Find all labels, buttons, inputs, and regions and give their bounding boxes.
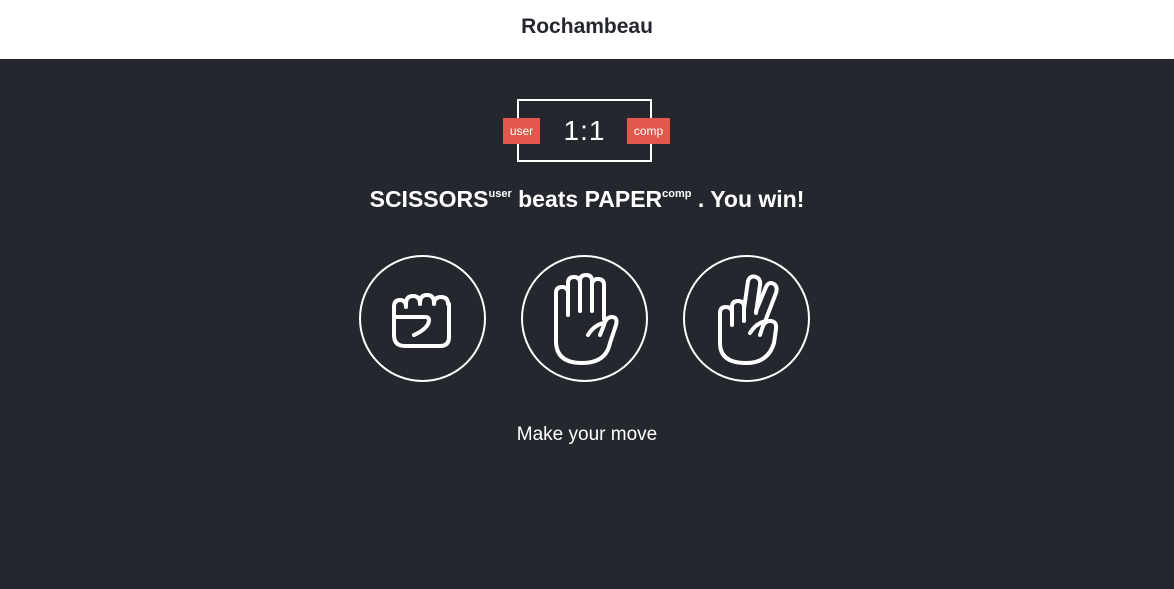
comp-score-badge: comp [627, 118, 670, 144]
user-move: SCISSORS [369, 186, 489, 212]
round-result: SCISSORSuser beats PAPERcomp . You win! [0, 186, 1174, 213]
scissors-button[interactable] [683, 255, 810, 382]
paper-hand-icon [553, 272, 618, 365]
app-title: Rochambeau [521, 14, 653, 38]
move-prompt: Make your move [516, 424, 658, 445]
user-move-tag: user [488, 188, 512, 200]
scissors-hand-icon [717, 274, 779, 365]
comp-move-tag: comp [662, 188, 692, 200]
result-outcome: . You win! [697, 186, 805, 212]
app-header: Rochambeau [0, 0, 1174, 60]
rock-button[interactable] [359, 255, 486, 382]
user-score-badge: user [503, 118, 540, 144]
result-verb: beats [518, 186, 579, 212]
paper-button[interactable] [521, 255, 648, 382]
rock-fist-icon [391, 292, 451, 348]
comp-move: PAPER [584, 186, 663, 212]
